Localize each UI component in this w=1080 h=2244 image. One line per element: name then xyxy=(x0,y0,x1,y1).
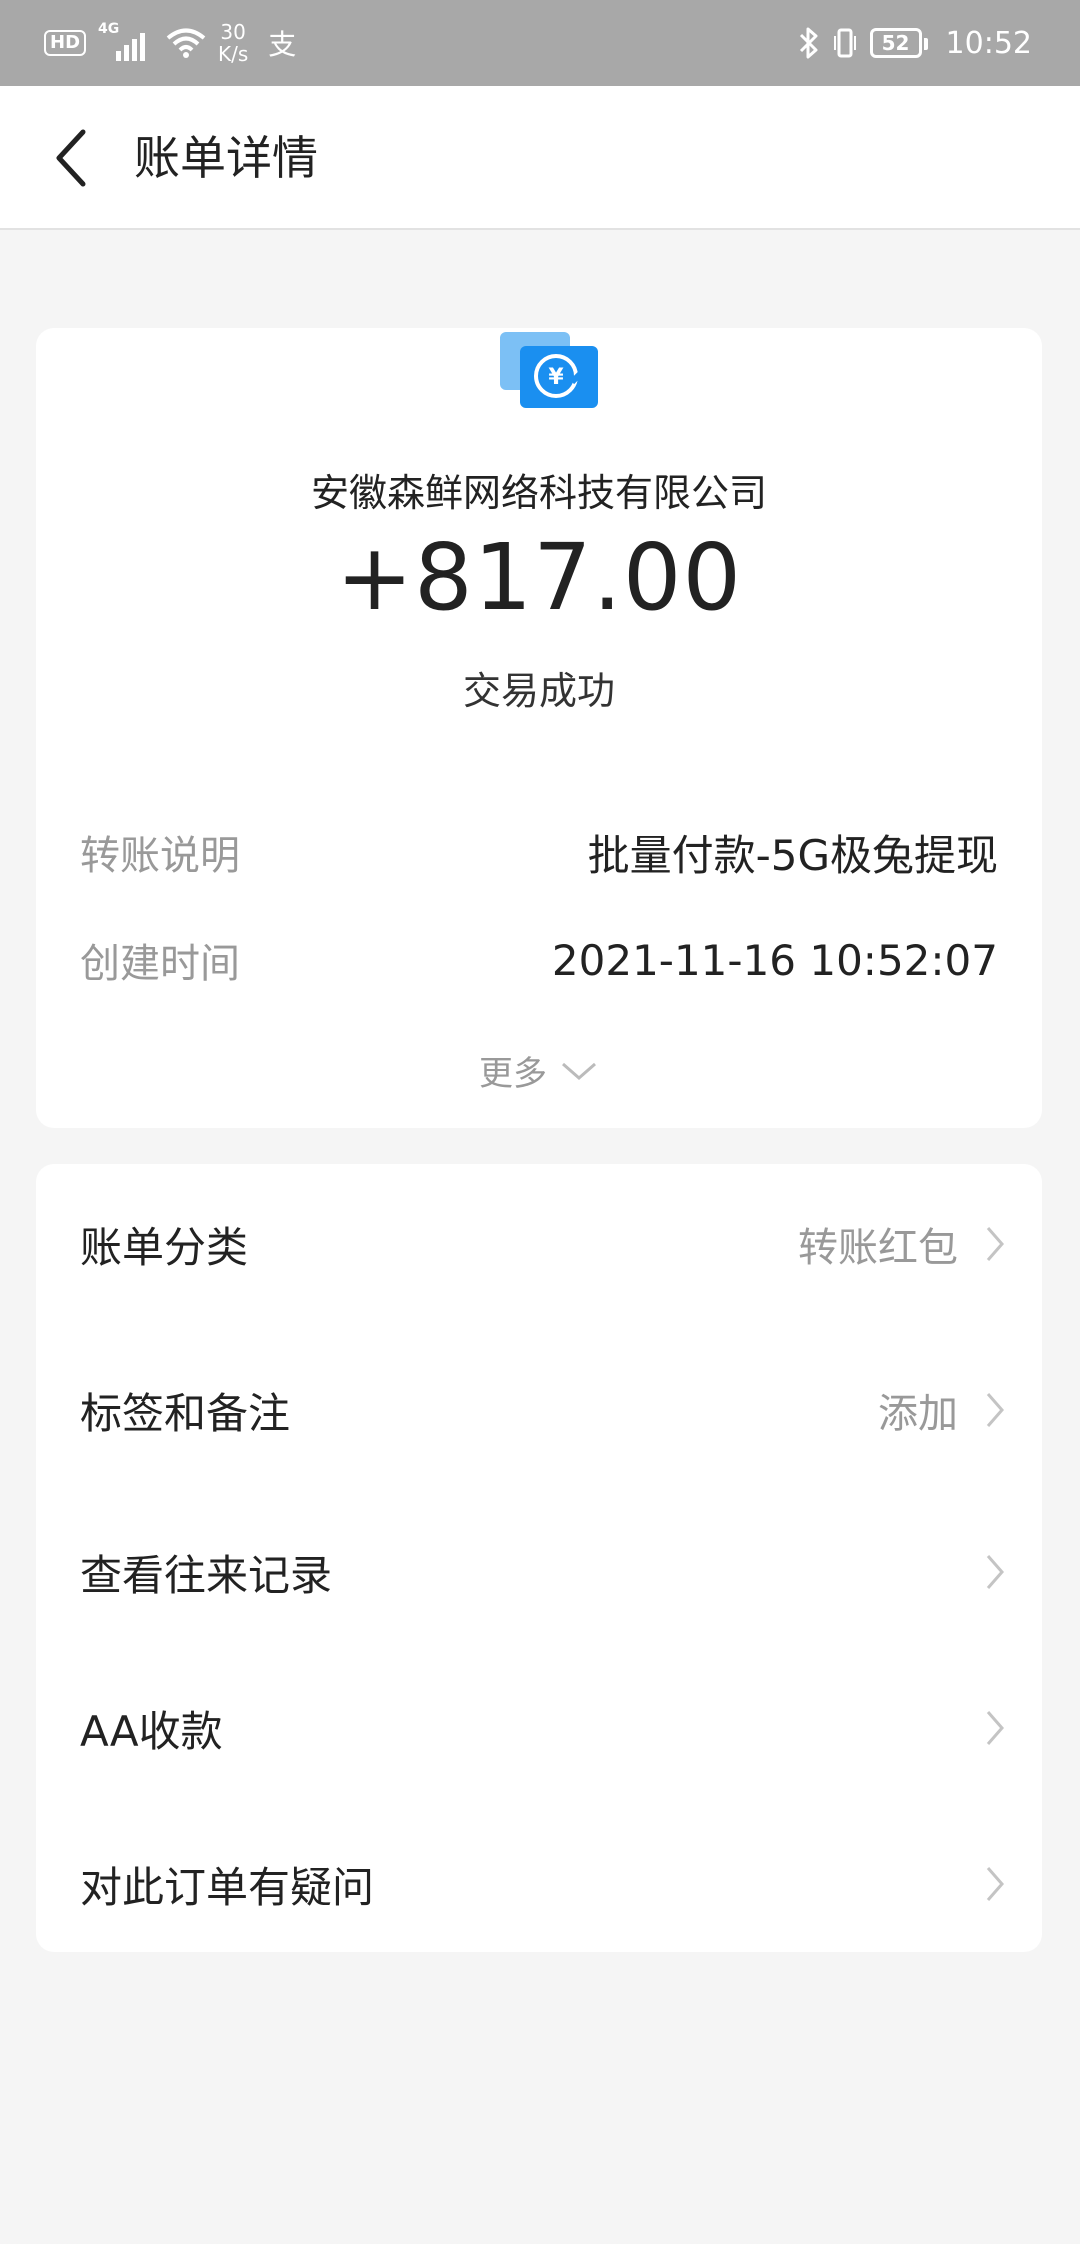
list-item-value: 转账红包 xyxy=(798,1225,958,1271)
tags-notes-item[interactable]: 标签和备注 添加 xyxy=(80,1370,1006,1450)
list-item-label: 对此订单有疑问 xyxy=(80,1862,375,1912)
bluetooth-icon xyxy=(799,27,818,59)
order-question-item[interactable]: 对此订单有疑问 xyxy=(80,1844,1006,1924)
payee-name: 安徽森鲜网络科技有限公司 xyxy=(310,471,767,515)
aa-collect-item[interactable]: AA收款 xyxy=(80,1688,1006,1768)
list-item-value: 添加 xyxy=(878,1391,958,1437)
list-item-label: 账单分类 xyxy=(80,1222,249,1272)
chevron-right-icon xyxy=(986,1711,1004,1745)
view-history-item[interactable]: 查看往来记录 xyxy=(80,1532,1006,1612)
chevron-right-icon xyxy=(986,1555,1004,1589)
vibrate-icon xyxy=(833,28,856,58)
back-arrow-icon xyxy=(56,129,86,187)
chevron-right-icon xyxy=(986,1393,1004,1427)
hd-indicator: HD xyxy=(44,30,87,56)
page-title: 账单详情 xyxy=(134,131,318,185)
wifi-icon xyxy=(166,28,206,58)
transfer-remark-value: 批量付款-5G极兔提现 xyxy=(587,830,998,880)
chevron-right-icon xyxy=(986,1227,1004,1261)
bill-actions-card: 账单分类 转账红包 标签和备注 添加 查看往来记录 AA收款 对此订单有疑问 xyxy=(36,1164,1042,1952)
alipay-notification-icon: 支 xyxy=(268,28,297,61)
battery-icon: 52 xyxy=(869,28,928,58)
chevron-right-icon xyxy=(986,1867,1004,1901)
created-time-value: 2021-11-16 10:52:07 xyxy=(551,935,998,985)
more-label: 更多 xyxy=(479,1054,547,1094)
speed-unit: K/s xyxy=(218,42,249,66)
transaction-status: 交易成功 xyxy=(462,669,615,713)
transfer-icon: ¥ xyxy=(500,332,598,408)
cellular-signal-icon: 4G xyxy=(98,21,154,63)
bill-category-item[interactable]: 账单分类 转账红包 xyxy=(80,1204,1006,1284)
list-item-label: 标签和备注 xyxy=(80,1388,291,1438)
speed-value: 30 xyxy=(220,20,246,44)
created-time-label: 创建时间 xyxy=(80,941,240,987)
bill-summary-card: ¥ 安徽森鲜网络科技有限公司 +817.00 交易成功 转账说明 批量付款-5G… xyxy=(36,328,1042,1128)
chevron-down-icon xyxy=(562,1062,596,1080)
back-button[interactable] xyxy=(36,120,106,196)
transaction-amount: +817.00 xyxy=(336,524,742,631)
transfer-remark-label: 转账说明 xyxy=(80,833,240,879)
app-header: 账单详情 xyxy=(0,86,1080,230)
network-speed: 30 K/s xyxy=(218,21,248,65)
svg-text:¥: ¥ xyxy=(548,365,564,390)
more-button[interactable]: 更多 xyxy=(36,1046,1042,1095)
status-bar: HD 4G 30 K/s 支 52 10:52 xyxy=(0,0,1080,86)
transfer-remark-row: 转账说明 批量付款-5G极兔提现 xyxy=(80,822,998,882)
list-item-label: 查看往来记录 xyxy=(80,1550,333,1600)
list-item-label: AA收款 xyxy=(80,1706,223,1756)
clock: 10:52 xyxy=(945,25,1032,61)
created-time-row: 创建时间 2021-11-16 10:52:07 xyxy=(80,930,998,990)
